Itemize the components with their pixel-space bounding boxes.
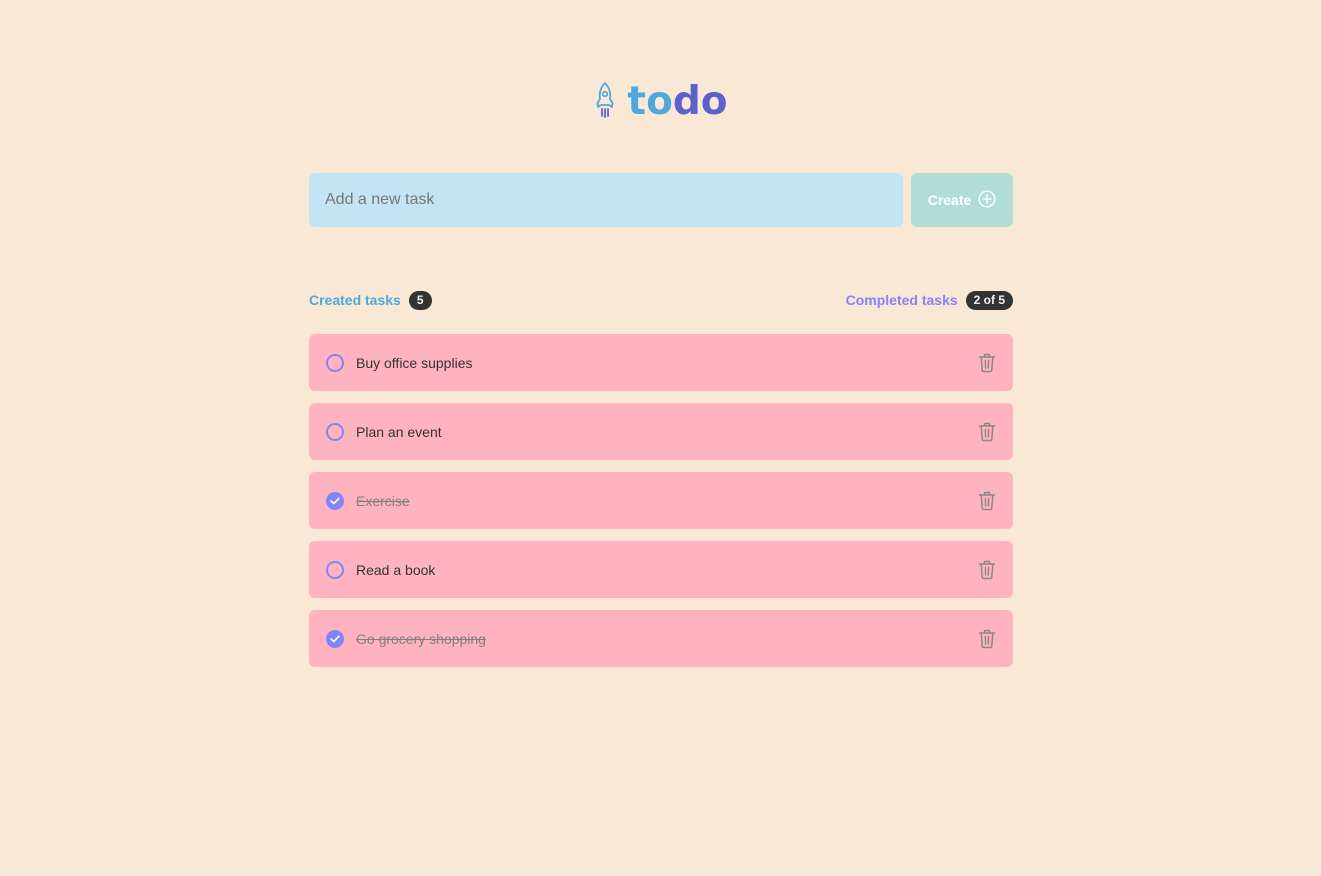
- completed-tasks-label: Completed tasks: [845, 292, 958, 308]
- logo-text-do: do: [672, 79, 728, 124]
- plus-circle-icon: [978, 189, 996, 211]
- task-text: Go grocery shopping: [356, 630, 486, 647]
- task-text: Buy office supplies: [356, 354, 473, 371]
- created-tasks-count-badge: 5: [408, 290, 432, 310]
- created-tasks-label: Created tasks: [309, 292, 401, 308]
- check-icon: [330, 496, 340, 504]
- task-stats: Created tasks 5 Completed tasks 2 of 5: [309, 290, 1013, 310]
- create-button[interactable]: Create: [911, 173, 1013, 227]
- task-item: Plan an event: [309, 403, 1013, 460]
- new-task-input[interactable]: [309, 173, 903, 227]
- trash-icon[interactable]: [975, 351, 999, 375]
- task-item: Read a book: [309, 541, 1013, 598]
- task-checkbox[interactable]: [326, 629, 344, 648]
- task-checkbox[interactable]: [326, 353, 344, 372]
- task-checkbox[interactable]: [326, 422, 344, 441]
- task-checkbox[interactable]: [326, 560, 344, 579]
- trash-icon[interactable]: [975, 420, 999, 444]
- app-logo: todo: [0, 80, 1321, 124]
- task-item: Buy office supplies: [309, 334, 1013, 391]
- new-task-form: Create: [309, 173, 1013, 227]
- trash-icon[interactable]: [975, 627, 999, 651]
- task-item: Exercise: [309, 472, 1013, 529]
- logo-text-to: to: [627, 79, 673, 124]
- check-icon: [330, 634, 340, 642]
- completed-tasks-count-badge: 2 of 5: [965, 290, 1013, 310]
- logo-text: todo: [627, 80, 727, 124]
- task-text: Read a book: [356, 561, 436, 578]
- task-checkbox[interactable]: [326, 491, 344, 510]
- trash-icon[interactable]: [975, 558, 999, 582]
- create-button-label: Create: [927, 192, 972, 208]
- rocket-icon: [593, 81, 617, 124]
- created-tasks-stat: Created tasks 5: [309, 290, 432, 310]
- completed-tasks-stat: Completed tasks 2 of 5: [845, 290, 1013, 310]
- task-item: Go grocery shopping: [309, 610, 1013, 667]
- task-text: Plan an event: [356, 423, 442, 440]
- trash-icon[interactable]: [975, 489, 999, 513]
- task-list: Buy office supplies Plan an event Exerci…: [309, 334, 1013, 667]
- task-text: Exercise: [356, 492, 410, 509]
